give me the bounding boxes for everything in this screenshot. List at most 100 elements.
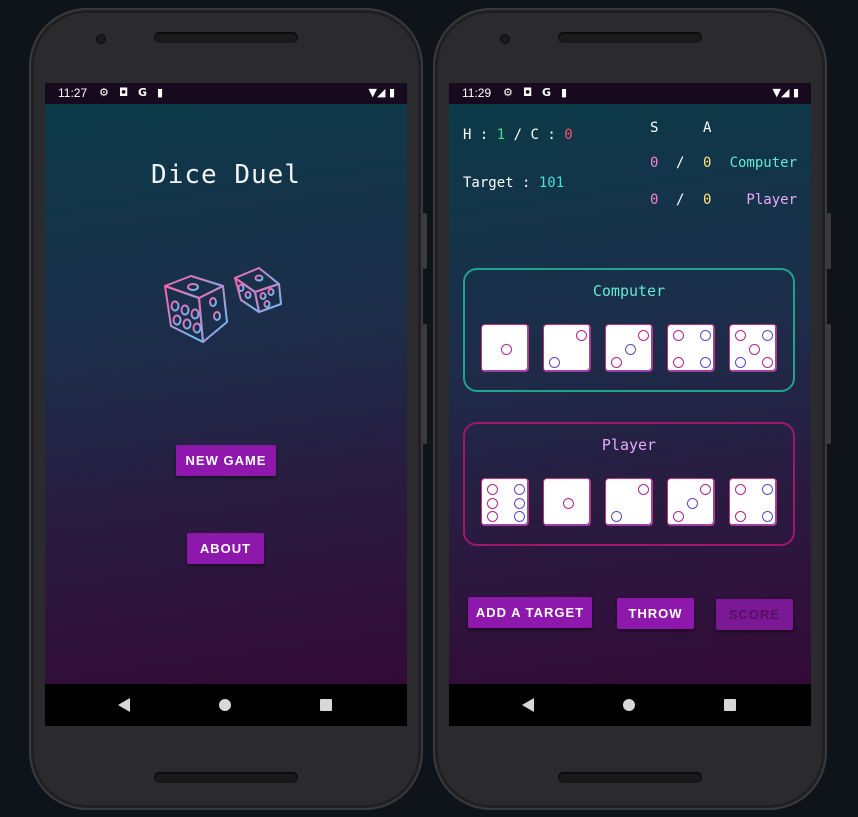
c-label: C :: [530, 127, 556, 143]
die-pip: [549, 357, 560, 368]
nav-home-icon[interactable]: [623, 699, 635, 711]
power-button: [423, 324, 427, 444]
player-row-label: Player: [746, 192, 797, 208]
die-pip: [762, 330, 773, 341]
c-value: 0: [564, 127, 573, 143]
volume-button: [827, 213, 831, 269]
computer-die-4[interactable]: [667, 324, 715, 372]
sd-card-icon: ▮: [561, 86, 568, 99]
status-bar: 11:27 ⚙ ◘ G ▮ ▼◢ ▮: [45, 83, 407, 104]
target-value: 101: [538, 175, 565, 191]
computer-s-value: 0: [650, 155, 659, 171]
player-die-1[interactable]: [481, 478, 529, 526]
die-pip: [673, 511, 684, 522]
nav-recents-icon[interactable]: [320, 699, 332, 711]
new-game-button[interactable]: NEW GAME: [176, 445, 276, 476]
computer-a-value: 0: [703, 155, 712, 171]
nav-bar: [449, 684, 811, 726]
signal-icon: ◢: [376, 86, 386, 99]
nav-bar: [45, 684, 407, 726]
bottom-speaker: [558, 772, 702, 783]
computer-panel-title: Computer: [592, 282, 666, 300]
player-die-5[interactable]: [729, 478, 777, 526]
die-pip: [673, 357, 684, 368]
add-target-button[interactable]: ADD A TARGET: [468, 597, 592, 628]
wifi-icon: ▼: [772, 86, 781, 99]
die-pip: [500, 343, 512, 355]
dice-logo-icon: [164, 267, 282, 343]
die-pip: [748, 343, 760, 355]
h-label: H :: [463, 127, 489, 143]
player-panel-title: Player: [601, 436, 657, 454]
score-button[interactable]: SCORE: [716, 599, 793, 630]
main-menu: Dice Duel NEW GAME ABOUT: [45, 104, 407, 684]
target-display: Target : 101: [463, 175, 564, 191]
a-icon: ◘: [523, 86, 533, 99]
die-pip: [611, 357, 622, 368]
battery-icon: ▮: [792, 86, 799, 99]
die-pip: [576, 330, 587, 341]
computer-die-5[interactable]: [729, 324, 777, 372]
status-time: 11:27: [58, 86, 88, 100]
die-pip: [673, 330, 684, 341]
computer-die-1[interactable]: [481, 324, 529, 372]
player-s-value: 0: [650, 192, 659, 208]
nav-back-icon[interactable]: [118, 698, 130, 712]
die-pip: [735, 357, 746, 368]
die-pip: [762, 511, 773, 522]
status-right-icons: ▼◢ ▮: [773, 86, 800, 99]
computer-die-3[interactable]: [605, 324, 653, 372]
player-die-2[interactable]: [543, 478, 591, 526]
die-pip: [700, 330, 711, 341]
about-button[interactable]: ABOUT: [187, 533, 264, 564]
die-pip: [611, 511, 622, 522]
google-icon: G: [138, 86, 148, 99]
die-pip: [562, 497, 574, 509]
die-pip: [514, 497, 525, 509]
die-pip: [514, 511, 525, 522]
computer-row-label: Computer: [729, 155, 797, 171]
signal-icon: ◢: [780, 86, 790, 99]
nav-back-icon[interactable]: [522, 698, 534, 712]
earpiece-speaker: [558, 32, 702, 43]
phone-left: 11:27 ⚙ ◘ G ▮ ▼◢ ▮ Dice Duel NEW GAME AB…: [29, 8, 427, 810]
nav-home-icon[interactable]: [219, 699, 231, 711]
computer-slash: /: [676, 155, 685, 171]
die-pip: [686, 497, 698, 509]
earpiece-speaker: [154, 32, 298, 43]
player-die-4[interactable]: [667, 478, 715, 526]
throw-button[interactable]: THROW: [617, 598, 694, 629]
game-screen: H : 1 / C : 0 Target : 101 S A 0 / 0 Com…: [449, 104, 811, 684]
die-pip: [735, 330, 746, 341]
rounds-separator: /: [513, 127, 523, 143]
volume-button: [423, 213, 427, 269]
die-pip: [735, 484, 746, 495]
sd-card-icon: ▮: [157, 86, 164, 99]
die-pip: [638, 330, 649, 341]
col-header-s: S: [650, 120, 659, 136]
battery-icon: ▮: [388, 86, 395, 99]
die-pip: [624, 343, 636, 355]
die-pip: [762, 357, 773, 368]
screen-right: 11:29 ⚙ ◘ G ▮ ▼◢ ▮ H : 1 / C : 0 Target …: [449, 83, 811, 726]
screen-left: 11:27 ⚙ ◘ G ▮ ▼◢ ▮ Dice Duel NEW GAME AB…: [45, 83, 407, 726]
die-pip: [638, 484, 649, 495]
status-time: 11:29: [462, 86, 492, 100]
settings-icon: ⚙: [503, 86, 513, 99]
nav-recents-icon[interactable]: [724, 699, 736, 711]
player-die-3[interactable]: [605, 478, 653, 526]
die-pip: [700, 484, 711, 495]
die-pip: [487, 511, 498, 522]
computer-dice-panel: Computer: [463, 268, 795, 392]
front-camera: [500, 34, 510, 44]
front-camera: [96, 34, 106, 44]
status-right-icons: ▼◢ ▮: [369, 86, 396, 99]
player-a-value: 0: [703, 192, 712, 208]
app-title: Dice Duel: [151, 160, 301, 190]
settings-icon: ⚙: [99, 86, 109, 99]
computer-die-2[interactable]: [543, 324, 591, 372]
a-icon: ◘: [119, 86, 129, 99]
die-pip: [487, 484, 498, 495]
power-button: [827, 324, 831, 444]
col-header-a: A: [703, 120, 712, 136]
